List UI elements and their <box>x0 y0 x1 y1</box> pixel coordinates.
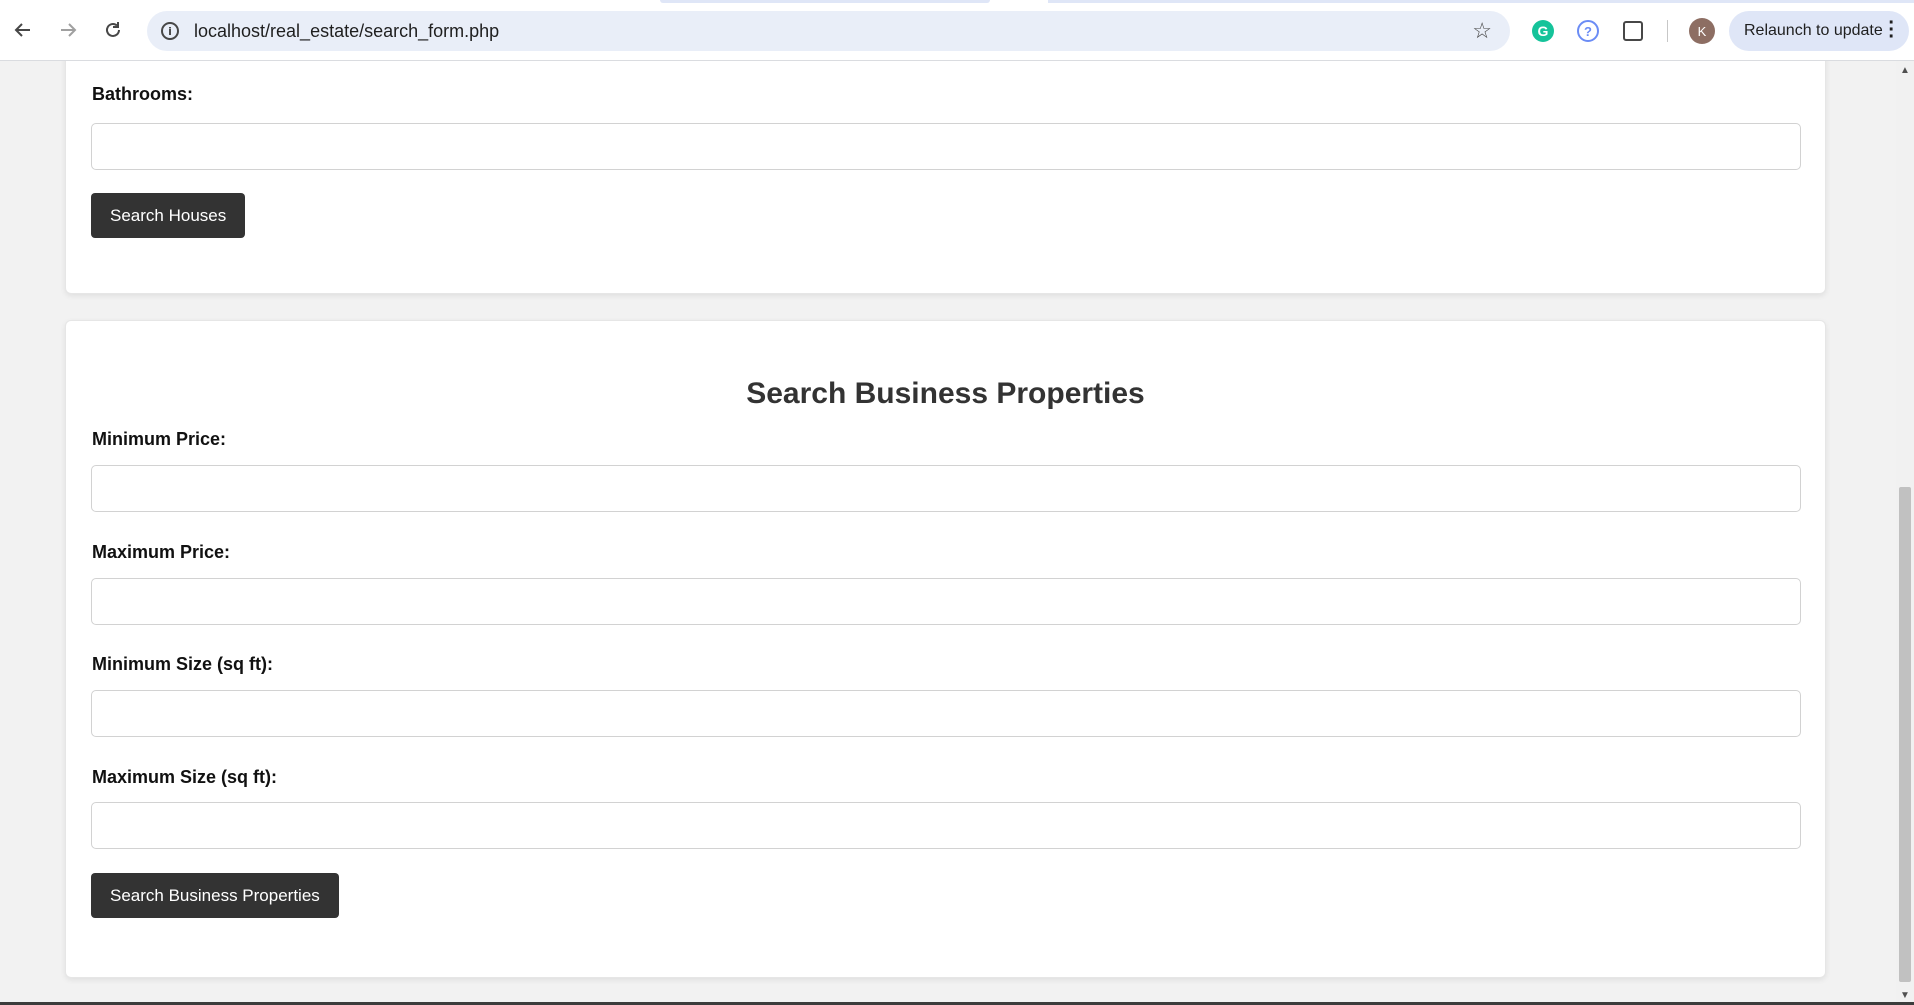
puzzle-icon <box>1623 21 1643 41</box>
tab-strip-edge <box>660 0 990 3</box>
bathrooms-label: Bathrooms: <box>92 84 194 104</box>
grammarly-icon: G <box>1532 20 1554 42</box>
back-button[interactable] <box>7 14 39 46</box>
help-icon: ? <box>1577 20 1599 42</box>
avatar[interactable]: K <box>1689 18 1715 44</box>
reload-button[interactable] <box>97 14 129 46</box>
extensions-button[interactable] <box>1618 16 1648 46</box>
forward-button[interactable] <box>52 14 84 46</box>
info-icon[interactable]: i <box>161 22 179 40</box>
reload-icon <box>106 22 120 37</box>
relaunch-label: Relaunch to update <box>1744 22 1883 39</box>
scroll-down-arrow-icon[interactable]: ▼ <box>1900 990 1910 1001</box>
bathrooms-input[interactable] <box>91 123 1801 170</box>
arrow-left-icon <box>14 23 30 37</box>
url-text[interactable]: localhost/real_estate/search_form.php <box>194 21 499 42</box>
help-extension[interactable]: ? <box>1573 16 1603 46</box>
min-price-label: Minimum Price: <box>92 429 227 449</box>
scrollbar-thumb[interactable] <box>1899 487 1911 982</box>
scroll-up-arrow-icon[interactable]: ▲ <box>1900 65 1910 76</box>
search-houses-button[interactable]: Search Houses <box>91 193 246 238</box>
tab-strip-edge <box>1048 0 1914 3</box>
address-bar[interactable]: i localhost/real_estate/search_form.php … <box>147 11 1510 51</box>
toolbar-divider <box>1667 20 1668 42</box>
section-title: Search Business Properties <box>746 377 1145 410</box>
house-search-card: Bathrooms: Search Houses <box>65 61 1826 294</box>
max-price-input[interactable] <box>91 578 1801 625</box>
page-content: Bathrooms: Search Houses Search Business… <box>0 61 1896 1003</box>
browser-toolbar: i localhost/real_estate/search_form.php … <box>0 0 1914 61</box>
max-size-input[interactable] <box>91 802 1801 849</box>
business-search-card: Search Business Properties Minimum Price… <box>65 320 1826 978</box>
vertical-scrollbar[interactable]: ▲ ▼ <box>1896 61 1914 1003</box>
kebab-icon: · · · <box>1888 12 1895 48</box>
arrow-right-icon <box>61 23 77 37</box>
star-icon[interactable]: ☆ <box>1472 18 1492 44</box>
relaunch-button[interactable]: Relaunch to update · · · <box>1729 11 1909 51</box>
max-price-label: Maximum Price: <box>92 542 231 562</box>
grammarly-extension[interactable]: G <box>1528 16 1558 46</box>
min-price-input[interactable] <box>91 465 1801 512</box>
min-size-label: Minimum Size (sq ft): <box>92 654 273 674</box>
max-size-label: Maximum Size (sq ft): <box>92 767 278 787</box>
search-business-button[interactable]: Search Business Properties <box>91 873 339 918</box>
min-size-input[interactable] <box>91 690 1801 737</box>
